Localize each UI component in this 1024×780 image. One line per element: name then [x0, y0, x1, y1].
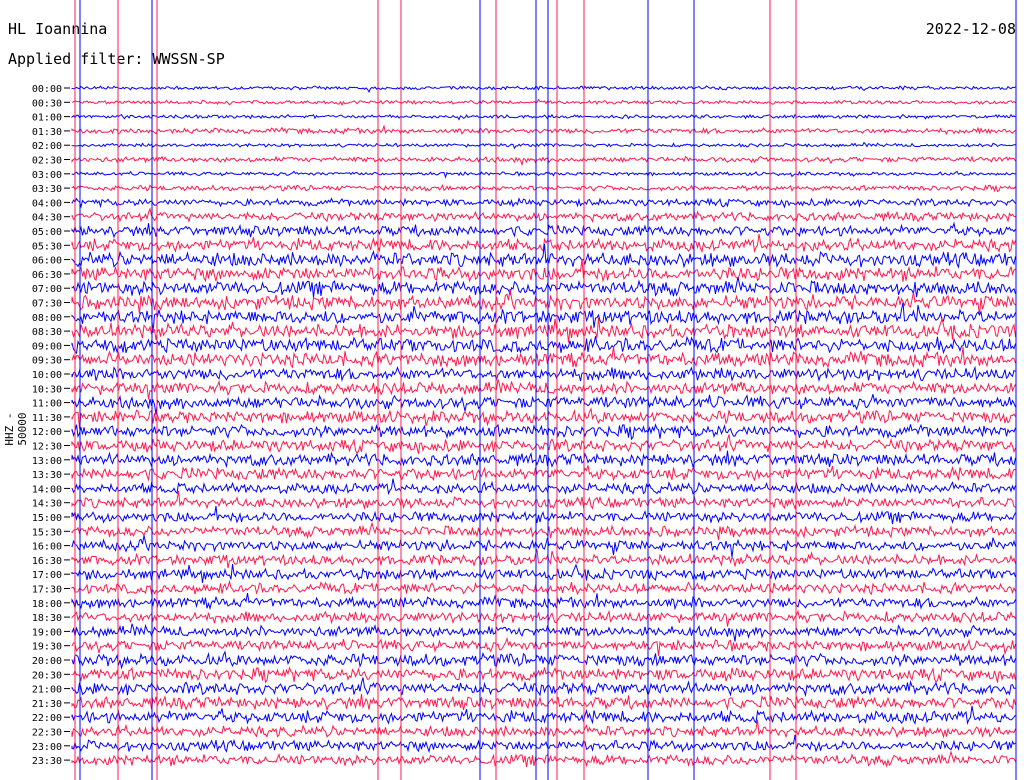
- seismic-trace: [71, 170, 1016, 179]
- y-tick-label: 07:30: [32, 299, 62, 310]
- y-tick-label: 12:00: [32, 427, 62, 438]
- y-tick-label: 11:30: [32, 413, 62, 424]
- seismic-trace: [71, 407, 1016, 429]
- y-tick-label: 20:30: [32, 670, 62, 681]
- seismic-trace: [71, 505, 1016, 525]
- y-tick-label: 17:30: [32, 585, 62, 596]
- y-tick-label: 14:30: [32, 499, 62, 510]
- y-tick-label: 01:00: [32, 113, 62, 124]
- y-tick-label: 13:00: [32, 456, 62, 467]
- seismic-trace: [71, 423, 1016, 441]
- seismic-trace: [71, 734, 1016, 754]
- seismic-trace: [71, 465, 1016, 482]
- seismic-trace: [71, 85, 1016, 94]
- y-tick-label: 04:00: [32, 198, 62, 209]
- helicorder-plot: 00:00 00:30 01:00 01:30 02:00 02:30 03:00 03:30…: [32, 0, 1017, 780]
- y-tick-label: 21:00: [32, 685, 62, 696]
- seismic-trace: [71, 346, 1016, 369]
- seismic-trace: [71, 221, 1016, 239]
- y-tick-label: 08:30: [32, 327, 62, 338]
- y-tick-label: 12:30: [32, 442, 62, 453]
- y-tick-label: 13:30: [32, 470, 62, 481]
- seismic-trace: [71, 335, 1016, 355]
- y-tick-label: 09:30: [32, 356, 62, 367]
- seismic-trace: [71, 593, 1016, 611]
- y-tick-label: 01:30: [32, 127, 62, 138]
- y-tick-label: 15:30: [32, 527, 62, 538]
- seismic-trace: [71, 113, 1016, 121]
- seismic-trace: [71, 636, 1016, 656]
- seismic-trace: [71, 623, 1016, 642]
- y-tick-label: 08:00: [32, 313, 62, 324]
- y-tick-label: 02:00: [32, 141, 62, 152]
- y-tick-label: 23:00: [32, 742, 62, 753]
- y-tick-label: 14:00: [32, 484, 62, 495]
- y-tick-label: 10:00: [32, 370, 62, 381]
- seismic-trace: [71, 184, 1016, 193]
- seismic-trace: [71, 750, 1016, 768]
- y-tick-label: 22:30: [32, 728, 62, 739]
- seismic-trace: [71, 434, 1016, 455]
- seismic-trace: [71, 124, 1016, 136]
- seismic-trace: [71, 288, 1016, 316]
- y-tick-label: 21:30: [32, 699, 62, 710]
- seismic-trace: [71, 521, 1016, 540]
- seismic-trace: [71, 243, 1016, 269]
- y-tick-label: 19:00: [32, 627, 62, 638]
- y-tick-label: 18:00: [32, 599, 62, 610]
- y-tick-label: 18:30: [32, 613, 62, 624]
- seismic-trace: [71, 277, 1016, 298]
- y-tick-label: 11:00: [32, 399, 62, 410]
- seismic-trace: [71, 98, 1016, 107]
- y-tick-label: 22:00: [32, 713, 62, 724]
- seismic-trace: [71, 450, 1016, 469]
- seismic-trace: [71, 535, 1016, 558]
- seismic-trace: [71, 155, 1016, 167]
- y-tick-label: 04:30: [32, 213, 62, 224]
- seismic-trace: [71, 394, 1016, 415]
- seismic-trace: [71, 141, 1016, 150]
- seismic-trace: [71, 609, 1016, 627]
- y-tick-label: 03:30: [32, 184, 62, 195]
- seismic-trace: [71, 579, 1016, 596]
- seismic-trace: [71, 365, 1016, 383]
- seismic-trace: [71, 549, 1016, 569]
- seismic-trace: [71, 490, 1016, 511]
- y-tick-label: 07:00: [32, 284, 62, 295]
- seismic-trace: [71, 207, 1016, 223]
- seismic-trace: [71, 719, 1016, 739]
- y-tick-label: 15:00: [32, 513, 62, 524]
- seismic-trace: [71, 650, 1016, 670]
- y-tick-label: 05:30: [32, 241, 62, 252]
- y-tick-label: 00:00: [32, 84, 62, 95]
- y-tick-label: 16:30: [32, 556, 62, 567]
- y-tick-label: 05:00: [32, 227, 62, 238]
- y-tick-label: 20:00: [32, 656, 62, 667]
- seismic-trace: [71, 197, 1016, 209]
- seismic-trace: [71, 563, 1016, 583]
- y-tick-label: 06:30: [32, 270, 62, 281]
- y-tick-label: 23:30: [32, 756, 62, 767]
- seismic-trace: [71, 677, 1016, 698]
- y-tick-label: 00:30: [32, 98, 62, 109]
- seismic-trace: [71, 316, 1016, 343]
- y-tick-label: 19:30: [32, 642, 62, 653]
- seismic-trace: [71, 693, 1016, 712]
- y-tick-label: 02:30: [32, 156, 62, 167]
- seismic-trace: [71, 666, 1016, 684]
- y-tick-label: 10:30: [32, 384, 62, 395]
- y-tick-label: 17:00: [32, 570, 62, 581]
- y-tick-label: 09:00: [32, 341, 62, 352]
- y-tick-label: 16:00: [32, 542, 62, 553]
- seismic-trace: [71, 379, 1016, 400]
- y-tick-label: 03:00: [32, 170, 62, 181]
- y-tick-label: 06:00: [32, 256, 62, 267]
- seismic-trace: [71, 705, 1016, 726]
- seismic-trace: [71, 478, 1016, 496]
